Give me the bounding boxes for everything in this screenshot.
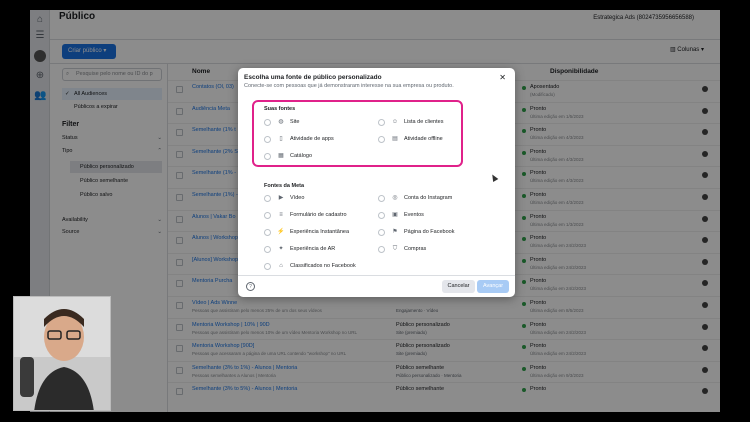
option-label: Compras <box>404 246 427 252</box>
option-label: Experiência Instantânea <box>290 229 350 235</box>
close-icon[interactable]: ✕ <box>499 73 506 82</box>
radio[interactable] <box>378 136 385 143</box>
option-label: Atividade de apps <box>290 136 334 142</box>
option-label: Formulário de cadastro <box>290 212 347 218</box>
radio[interactable] <box>264 119 271 126</box>
calendar-icon: ▣ <box>392 212 398 218</box>
option-label: Eventos <box>404 212 424 218</box>
custom-audience-source-dialog: Escolha uma fonte de público personaliza… <box>238 68 515 297</box>
radio[interactable] <box>378 212 385 219</box>
app-window: ⌂ ☰ ⊕ 👥 Público Estrategica Ads (8024735… <box>30 10 720 412</box>
phone-icon: ▯ <box>279 136 283 142</box>
presenter-video <box>14 297 110 410</box>
radio[interactable] <box>264 153 271 160</box>
radio[interactable] <box>264 263 271 270</box>
globe-icon: ◍ <box>278 119 284 125</box>
option-label: Página do Facebook <box>404 229 455 235</box>
option-label: Classificados no Facebook <box>290 263 356 269</box>
option-label: Catálogo <box>290 153 313 159</box>
option-label: Experiência de AR <box>290 246 336 252</box>
radio[interactable] <box>378 246 385 253</box>
option-label: Conta do Instagram <box>404 195 453 201</box>
radio[interactable] <box>378 229 385 236</box>
radio[interactable] <box>378 119 385 126</box>
meta-sources-heading: Fontes da Meta <box>264 183 305 189</box>
marketplace-icon: ⌂ <box>279 263 283 269</box>
radio[interactable] <box>264 246 271 253</box>
option-label: Vídeo <box>290 195 305 201</box>
your-sources-heading: Suas fontes <box>264 106 296 112</box>
help-icon[interactable]: ? <box>246 282 255 291</box>
radio[interactable] <box>264 195 271 202</box>
people-icon: ☺ <box>391 119 399 125</box>
dialog-subtitle: Conecte-se com pessoas que já demonstrar… <box>244 83 454 89</box>
radio[interactable] <box>264 212 271 219</box>
cancel-button[interactable]: Cancelar <box>442 280 475 293</box>
radio[interactable] <box>264 136 271 143</box>
instagram-icon: ◎ <box>392 195 398 201</box>
dialog-footer: ? Cancelar Avançar <box>238 275 515 297</box>
cart-icon: ⛉ <box>392 246 398 252</box>
lightning-icon: ⚡ <box>277 229 285 235</box>
video-icon: ▶ <box>278 195 284 201</box>
flag-icon: ⚑ <box>392 229 398 235</box>
dialog-title: Escolha uma fonte de público personaliza… <box>244 74 382 81</box>
catalog-icon: ▦ <box>278 153 284 159</box>
option-label: Atividade offline <box>404 136 443 142</box>
next-button[interactable]: Avançar <box>477 280 509 293</box>
option-label: Site <box>290 119 300 125</box>
webcam-overlay <box>13 296 111 411</box>
radio[interactable] <box>264 229 271 236</box>
form-icon: ≡ <box>279 212 283 218</box>
ar-icon: ✦ <box>278 246 284 252</box>
option-label: Lista de clientes <box>404 119 444 125</box>
store-icon: ▤ <box>392 136 398 142</box>
radio[interactable] <box>378 195 385 202</box>
